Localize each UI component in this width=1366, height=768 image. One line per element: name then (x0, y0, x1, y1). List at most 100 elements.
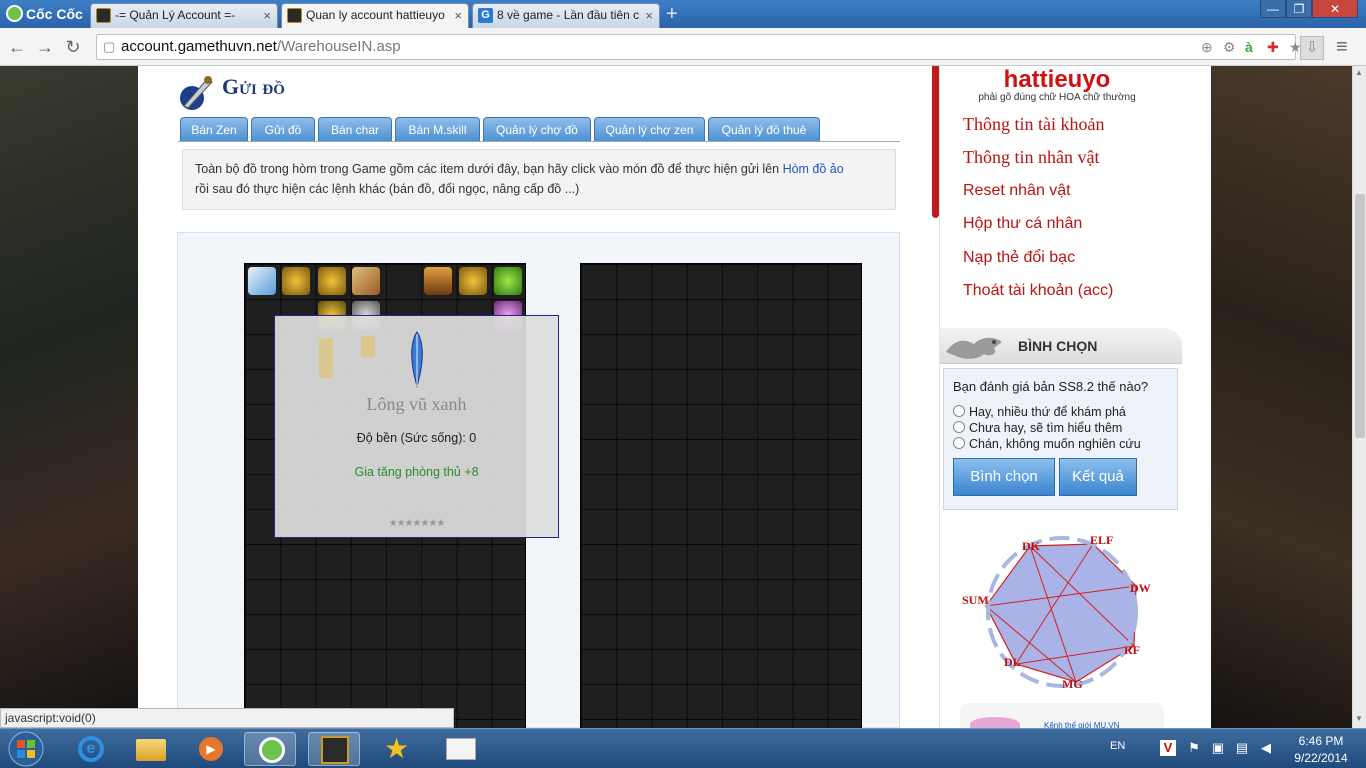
star-app-icon[interactable]: ★ (372, 732, 424, 766)
maximize-icon[interactable]: ❐ (1286, 0, 1312, 18)
virtual-warehouse-grid[interactable] (580, 263, 862, 733)
page-scrollbar[interactable]: ▲ ▼ (1352, 66, 1366, 728)
item-rating-stars: ★★★★★★★ (388, 518, 446, 529)
radio-button[interactable] (953, 421, 965, 433)
virtual-warehouse-link[interactable]: Hòm đồ ảo (783, 162, 844, 176)
menu-mailbox[interactable]: Hộp thư cá nhân (963, 215, 1082, 233)
diagram-label-dl: DL (1004, 655, 1021, 669)
browser-logo[interactable]: Cốc Cốc (2, 3, 86, 25)
download-icon[interactable]: ⇩ (1300, 36, 1324, 60)
tab-title: -= Quản Lý Account =- (115, 8, 236, 22)
minimize-icon[interactable]: — (1260, 0, 1286, 18)
browser-logo-text: Cốc Cốc (26, 6, 83, 22)
windows-start-icon[interactable] (4, 730, 48, 768)
tab-title: 8 về game - Lần đầu tiên c (497, 8, 640, 22)
scroll-down-icon[interactable]: ▼ (1355, 714, 1363, 723)
volume-icon[interactable]: ◀ (1258, 740, 1274, 756)
media-player-icon[interactable]: ▶ (184, 732, 236, 766)
tab-gui-do[interactable]: Gửi đồ (251, 117, 315, 142)
option-label: Chán, không muốn nghiên cứu (969, 437, 1141, 451)
item-tooltip: Lông vũ xanh Độ bền (Sức sống): 0 Gia tă… (274, 315, 559, 538)
radio-button[interactable] (953, 405, 965, 417)
antivirus-tray-icon[interactable]: V (1160, 740, 1176, 756)
tab-quan-ly-do-thue[interactable]: Quản lý đồ thuê (708, 117, 820, 142)
game-launcher-icon[interactable] (308, 732, 360, 766)
tab-quan-ly-cho-zen[interactable]: Quản lý chợ zen (594, 117, 705, 142)
tab-ban-mskill[interactable]: Bán M.skill (395, 117, 480, 142)
dictionary-icon[interactable]: à (1245, 35, 1253, 59)
menu-character-info[interactable]: Thông tin nhân vật (963, 147, 1099, 168)
tab-title: Quan ly account hattieuyo (306, 8, 445, 22)
dragon-icon (946, 337, 1002, 359)
blue-feather-icon (411, 331, 423, 388)
scrollbar-thumb[interactable] (1355, 194, 1365, 438)
class-relation-diagram: DK ELF DW RF MG DL SUM (958, 528, 1166, 698)
language-indicator[interactable]: EN (1110, 740, 1125, 752)
new-tab-plus-icon[interactable]: + (666, 4, 688, 25)
file-explorer-icon[interactable] (124, 732, 176, 766)
vote-question: Bạn đánh giá bản SS8.2 thế nào? (953, 379, 1149, 394)
case-sensitive-hint: phải gõ đúng chữ HOA chữ thường (978, 92, 1136, 103)
page-title: Gửi đồ (222, 74, 285, 99)
reload-icon[interactable]: ↻ (62, 36, 84, 58)
network-tray-icon[interactable]: ⚑ (1186, 740, 1202, 756)
browser-tab-2[interactable]: Quan ly account hattieuyo × (281, 3, 469, 28)
diagram-label-dw: DW (1130, 581, 1151, 595)
result-button[interactable]: Kết quả (1059, 458, 1137, 496)
extension-icon[interactable]: ✚ (1267, 35, 1279, 59)
unikey-icon[interactable] (436, 732, 488, 766)
faded-jewel-icon (361, 336, 375, 358)
menu-account-info[interactable]: Thông tin tài khoản (963, 114, 1104, 135)
diagram-label-elf: ELF (1090, 533, 1113, 547)
game-favicon-icon (287, 8, 302, 23)
jewel-item[interactable] (459, 267, 487, 295)
translate-icon[interactable]: ⚙ (1223, 35, 1236, 59)
menu-topup[interactable]: Nạp thẻ đổi bạc (963, 249, 1075, 267)
browser-tab-bar: Cốc Cốc -= Quản Lý Account =- × Quan ly … (0, 0, 1366, 28)
scroll-up-icon[interactable]: ▲ (1355, 68, 1363, 77)
close-window-icon[interactable]: ✕ (1312, 0, 1358, 18)
tab-close-icon[interactable]: × (454, 4, 462, 27)
vote-button[interactable]: Bình chọn (953, 458, 1055, 496)
tab-close-icon[interactable]: × (263, 4, 271, 27)
blue-feather-item[interactable] (248, 267, 276, 295)
radio-button[interactable] (953, 437, 965, 449)
green-gem-item[interactable] (494, 267, 522, 295)
coccoc-browser-icon[interactable] (244, 732, 296, 766)
jewel-item[interactable] (318, 267, 346, 295)
menu-reset-character[interactable]: Reset nhân vật (963, 182, 1071, 200)
forward-arrow-icon[interactable]: → (34, 36, 56, 58)
bottom-ad-banner[interactable]: Kênh thế giới MU.VN (960, 703, 1164, 731)
vote-option-2[interactable]: Chưa hay, sẽ tìm hiểu thêm (953, 421, 1122, 435)
menu-logout[interactable]: Thoát tài khoản (acc) (963, 282, 1113, 300)
clock-date[interactable]: 9/22/2014 (1286, 751, 1356, 765)
tab-quan-ly-cho-do[interactable]: Quản lý chợ đồ (483, 117, 591, 142)
menu-hamburger-icon[interactable]: ≡ (1336, 36, 1348, 59)
clock-time[interactable]: 6:46 PM (1286, 734, 1356, 748)
option-label: Chưa hay, sẽ tìm hiểu thêm (969, 421, 1123, 435)
tab-ban-char[interactable]: Bán char (318, 117, 392, 142)
address-bar[interactable]: ▢ account.gamethuvn.net/WarehouseIN.asp … (96, 34, 1302, 60)
vote-option-1[interactable]: Hay, nhiều thứ để khám phá (953, 405, 1126, 419)
background-art-left (0, 66, 138, 728)
browser-tab-3[interactable]: G 8 về game - Lần đầu tiên c × (472, 3, 660, 28)
sidebar-accent-bar (932, 66, 939, 218)
zoom-icon[interactable]: ⊕ (1201, 35, 1213, 59)
jewel-item[interactable] (282, 267, 310, 295)
item-name: Lông vũ xanh (366, 394, 467, 414)
background-art-right (1211, 66, 1352, 728)
diagram-label-sum: SUM (962, 593, 989, 607)
scroll-item[interactable] (352, 267, 380, 295)
browser-tab-1[interactable]: -= Quản Lý Account =- × (90, 3, 278, 28)
tab-divider (178, 141, 900, 142)
vote-option-3[interactable]: Chán, không muốn nghiên cứu (953, 437, 1141, 451)
device-tray-icon[interactable]: ▣ (1210, 740, 1226, 756)
tab-ban-zen[interactable]: Bán Zen (180, 117, 248, 142)
internet-explorer-icon[interactable]: e (64, 732, 116, 766)
staff-item[interactable] (424, 267, 452, 295)
page-icon: ▢ (103, 39, 116, 54)
action-center-icon[interactable]: ▤ (1234, 740, 1250, 756)
tab-close-icon[interactable]: × (645, 4, 653, 27)
diagram-label-rf: RF (1124, 643, 1140, 657)
back-arrow-icon[interactable]: ← (6, 36, 28, 58)
